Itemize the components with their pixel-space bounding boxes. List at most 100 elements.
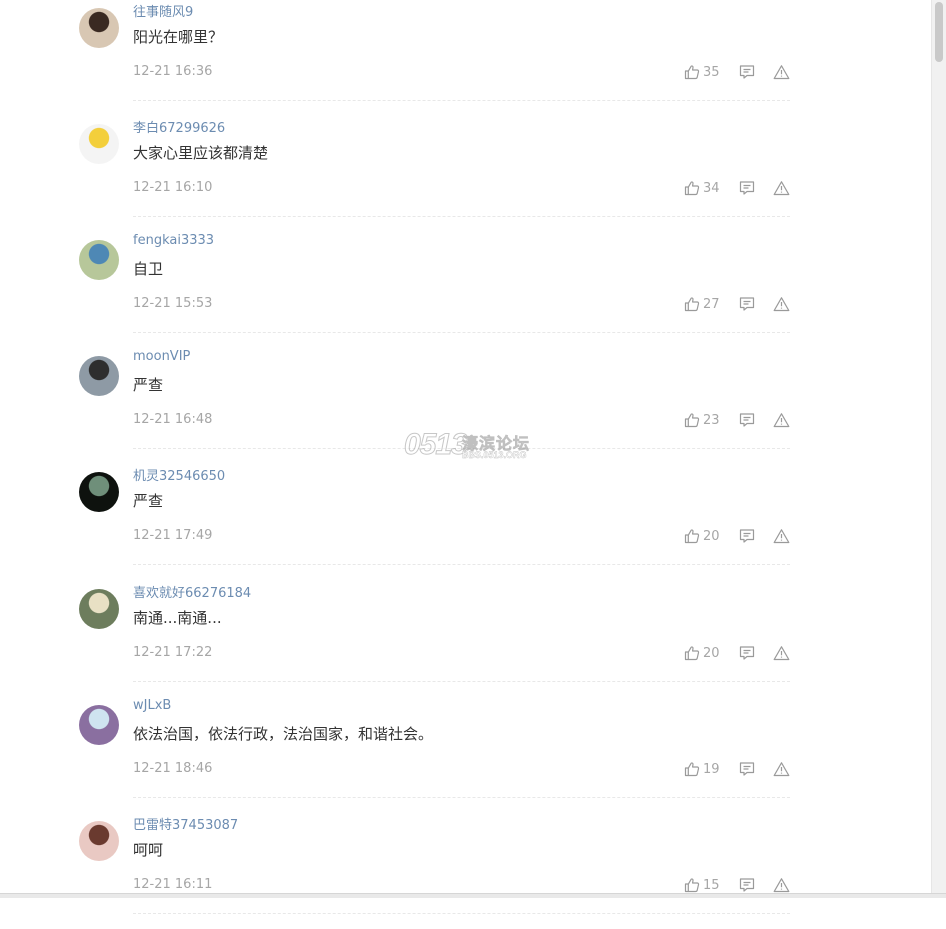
comment-item: 机灵32546650 严查 12-21 17:49 20 xyxy=(79,464,790,580)
watermark-url: BBS.0513.ORG xyxy=(462,450,527,460)
comment-item: fengkai3333 自卫 12-21 15:53 27 xyxy=(79,232,790,348)
username-link[interactable]: wJLxB xyxy=(133,698,171,713)
thumbs-up-icon xyxy=(684,528,700,544)
like-button[interactable]: 20 xyxy=(684,528,723,544)
report-button[interactable] xyxy=(773,412,790,428)
comment-text: 依法治国，依法行政，法治国家，和谐社会。 xyxy=(133,725,434,743)
comment-icon xyxy=(739,180,755,196)
comment-time: 12-21 17:49 xyxy=(133,528,213,543)
reply-button[interactable] xyxy=(739,528,755,544)
reply-button[interactable] xyxy=(739,180,755,196)
avatar[interactable] xyxy=(79,356,119,396)
like-count: 19 xyxy=(703,761,720,777)
username-link[interactable]: 机灵32546650 xyxy=(133,465,225,484)
comment-item: 巴雷特37453087 呵呵 12-21 16:11 15 xyxy=(79,813,790,929)
warning-icon xyxy=(773,645,790,661)
username-link[interactable]: 往事随风9 xyxy=(133,1,193,20)
like-button[interactable]: 15 xyxy=(684,877,723,893)
username-link[interactable]: moonVIP xyxy=(133,349,190,364)
thumbs-up-icon xyxy=(684,412,700,428)
reply-button[interactable] xyxy=(739,296,755,312)
horizontal-scrollbar[interactable] xyxy=(0,893,946,898)
avatar[interactable] xyxy=(79,589,119,629)
reply-button[interactable] xyxy=(739,645,755,661)
comment-icon xyxy=(739,877,755,893)
warning-icon xyxy=(773,877,790,893)
comment-text: 阳光在哪里？ xyxy=(133,28,224,46)
report-button[interactable] xyxy=(773,296,790,312)
divider xyxy=(133,100,790,101)
reply-button[interactable] xyxy=(739,412,755,428)
avatar[interactable] xyxy=(79,240,119,280)
username-link[interactable]: 巴雷特37453087 xyxy=(133,814,238,833)
watermark-number: 0513 xyxy=(404,428,469,462)
warning-icon xyxy=(773,412,790,428)
reply-button[interactable] xyxy=(739,64,755,80)
reply-button[interactable] xyxy=(739,761,755,777)
like-button[interactable]: 23 xyxy=(684,412,723,428)
comment-time: 12-21 16:36 xyxy=(133,64,213,79)
comment-text: 大家心里应该都清楚 xyxy=(133,144,269,162)
like-button[interactable]: 27 xyxy=(684,296,723,312)
divider xyxy=(133,216,790,217)
comment-item: wJLxB 依法治国，依法行政，法治国家，和谐社会。 12-21 18:46 19 xyxy=(79,697,790,813)
comment-icon xyxy=(739,761,755,777)
report-button[interactable] xyxy=(773,180,790,196)
comment-item: 喜欢就好66276184 南通...南通... 12-21 17:22 20 xyxy=(79,581,790,697)
avatar[interactable] xyxy=(79,124,119,164)
thumbs-up-icon xyxy=(684,296,700,312)
thumbs-up-icon xyxy=(684,877,700,893)
thumbs-up-icon xyxy=(684,645,700,661)
comment-actions: 20 xyxy=(684,643,790,663)
report-button[interactable] xyxy=(773,877,790,893)
warning-icon xyxy=(773,64,790,80)
scrollbar-thumb[interactable] xyxy=(935,2,943,62)
comment-actions: 27 xyxy=(684,294,790,314)
username-link[interactable]: 喜欢就好66276184 xyxy=(133,582,251,601)
report-button[interactable] xyxy=(773,64,790,80)
comment-icon xyxy=(739,528,755,544)
report-button[interactable] xyxy=(773,528,790,544)
thumbs-up-icon xyxy=(684,761,700,777)
like-count: 20 xyxy=(703,645,720,661)
comment-icon xyxy=(739,64,755,80)
avatar[interactable] xyxy=(79,8,119,48)
warning-icon xyxy=(773,528,790,544)
comment-actions: 19 xyxy=(684,759,790,779)
like-count: 35 xyxy=(703,64,720,80)
comment-text: 南通...南通... xyxy=(133,609,222,627)
vertical-scrollbar[interactable] xyxy=(931,0,946,898)
username-link[interactable]: 李白67299626 xyxy=(133,117,225,136)
comment-text: 呵呵 xyxy=(133,841,164,859)
avatar[interactable] xyxy=(79,705,119,745)
avatar[interactable] xyxy=(79,821,119,861)
comment-actions: 34 xyxy=(684,178,790,198)
report-button[interactable] xyxy=(773,645,790,661)
divider xyxy=(133,797,790,798)
reply-button[interactable] xyxy=(739,877,755,893)
thumbs-up-icon xyxy=(684,64,700,80)
warning-icon xyxy=(773,761,790,777)
like-button[interactable]: 34 xyxy=(684,180,723,196)
report-button[interactable] xyxy=(773,761,790,777)
like-count: 34 xyxy=(703,180,720,196)
warning-icon xyxy=(773,296,790,312)
comment-actions: 15 xyxy=(684,875,790,895)
comment-time: 12-21 16:11 xyxy=(133,877,213,892)
comment-time: 12-21 18:46 xyxy=(133,761,213,776)
username-link[interactable]: fengkai3333 xyxy=(133,233,214,248)
like-count: 27 xyxy=(703,296,720,312)
like-button[interactable]: 20 xyxy=(684,645,723,661)
thumbs-up-icon xyxy=(684,180,700,196)
comment-time: 12-21 16:48 xyxy=(133,412,213,427)
comment-time: 12-21 15:53 xyxy=(133,296,213,311)
warning-icon xyxy=(773,180,790,196)
comment-text: 自卫 xyxy=(133,260,164,278)
like-button[interactable]: 35 xyxy=(684,64,723,80)
like-button[interactable]: 19 xyxy=(684,761,723,777)
divider xyxy=(133,564,790,565)
avatar[interactable] xyxy=(79,472,119,512)
like-count: 15 xyxy=(703,877,720,893)
divider xyxy=(133,681,790,682)
divider xyxy=(133,332,790,333)
